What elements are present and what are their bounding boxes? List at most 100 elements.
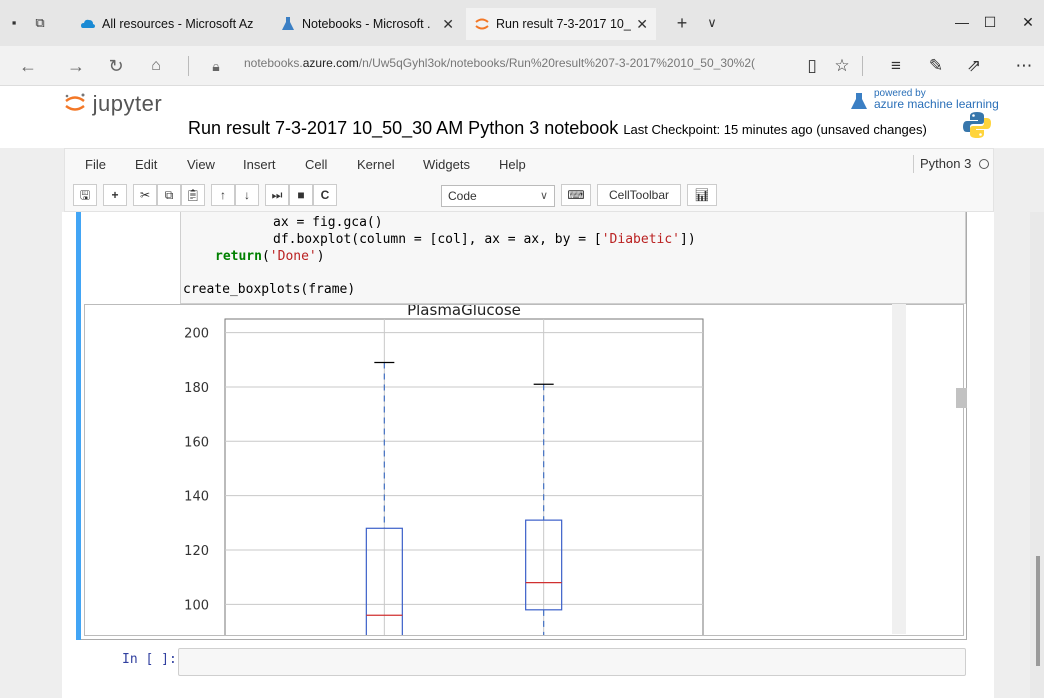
refresh-icon[interactable]: ↻ [104,54,128,78]
close-tab-icon[interactable]: ✕ [442,8,454,40]
code-text: df.boxplot(column = [col], ax = ax, by =… [273,232,602,247]
powered-by-azure-ml[interactable]: powered by azure machine learning [874,89,999,111]
kernel-indicator: Python 3 [913,155,989,173]
kernel-idle-icon [978,159,989,169]
jupyter-logo-text: jupyter [92,91,163,116]
jupyter-tab-icon [475,18,489,30]
code-string: 'Done' [269,249,317,264]
chart-title: PlasmaGlucose [407,305,521,319]
code-string: 'Diabetic' [601,232,681,247]
insert-cell-icon[interactable]: + [103,184,127,206]
notebook-page: ax = fig.gca() df.boxplot(column = [col]… [62,212,994,698]
menu-edit[interactable]: Edit [135,157,157,172]
share-icon[interactable]: ⇗ [962,54,986,78]
jupyter-logo[interactable]: jupyter [64,91,162,117]
show-tabs-icon[interactable]: ⧉ [30,13,50,33]
chevron-down-icon: ∨ [539,190,548,202]
notebook-area: ax = fig.gca() df.boxplot(column = [col]… [0,212,1044,698]
y-tick-label: 120 [184,544,209,559]
interrupt-kernel-icon[interactable]: ■ [289,184,313,206]
chart-icon[interactable]: 📊︎ [687,184,717,206]
notebook-title[interactable]: Run result 7-3-2017 10_50_30 AM Python 3… [188,118,618,138]
code-line: df.boxplot(column = [col], ax = ax, by =… [273,232,696,247]
tab-title: Notebooks - Microsoft . [302,17,431,31]
web-note-icon[interactable]: ✎ [924,54,948,78]
menu-insert[interactable]: Insert [243,157,276,172]
output-scrollbar[interactable] [892,304,906,634]
jupyter-header: jupyter powered by azure machine learnin… [0,86,1044,148]
browser-tab-bar: ▪ ⧉ All resources - Microsoft Az Noteboo… [0,0,1044,46]
code-text: ]) [680,232,696,247]
back-arrow-icon[interactable]: ← [16,54,40,78]
favorite-star-icon[interactable]: ☆ [830,54,854,78]
copy-icon[interactable]: ⧉ [157,184,181,206]
save-icon[interactable]: 🖫︎ [73,184,97,206]
move-down-icon[interactable]: ↓ [235,184,259,206]
cut-icon[interactable]: ✂ [133,184,157,206]
close-tab-icon[interactable]: ✕ [636,8,648,40]
code-line: ax = fig.gca() [273,215,383,230]
url-path: /n/Uw5qGyhl3ok/notebooks/Run%20result%20… [358,56,756,70]
python-logo-icon [963,112,991,138]
url-domain: azure.com [302,56,359,70]
notebook-title-line: Run result 7-3-2017 10_50_30 AM Python 3… [188,118,927,139]
forward-arrow-icon[interactable]: → [64,54,88,78]
menu-widgets[interactable]: Widgets [423,157,470,172]
lock-icon: 🔒︎ [212,58,220,74]
figure-panel [181,305,713,635]
code-line: create_boxplots(frame) [183,282,356,297]
y-tick-label: 160 [184,435,209,450]
boxplot-chart: PlasmaGlucose 100 120 140 160 180 200 [181,305,713,635]
more-icon[interactable]: ⋯ [1012,54,1036,78]
tab-title: Run result 7-3-2017 10_ [496,17,631,31]
divider [188,56,189,76]
tab-run-result[interactable]: Run result 7-3-2017 10_ ✕ [466,8,656,40]
code-keyword: return [215,249,262,264]
menu-file[interactable]: File [85,157,106,172]
cell-type-value: Code [448,189,477,203]
menu-help[interactable]: Help [499,157,526,172]
notebook-toolbar: 🖫︎ + ✂ ⧉ 📋︎ ↑ ↓ ⏭︎ ■ C Code ∨ ⌨︎ CellToo… [64,178,994,212]
menu-view[interactable]: View [187,157,215,172]
y-tick-label: 200 [184,327,209,342]
celltoolbar-button[interactable]: CellToolbar [597,184,681,206]
restart-kernel-icon[interactable]: C [313,184,337,206]
code-text: ) [316,249,325,264]
url-field[interactable]: notebooks.azure.com/n/Uw5qGyhl3ok/notebo… [244,56,794,70]
set-aside-tabs-icon[interactable]: ▪ [4,13,24,33]
command-palette-icon[interactable]: ⌨︎ [561,184,591,206]
tab-all-resources[interactable]: All resources - Microsoft Az [72,8,268,40]
menu-kernel[interactable]: Kernel [357,157,395,172]
tab-title: All resources - Microsoft Az [102,17,254,31]
kernel-name: Python 3 [920,156,972,171]
move-up-icon[interactable]: ↑ [211,184,235,206]
output-area[interactable]: PlasmaGlucose 100 120 140 160 180 200 [84,304,964,636]
empty-code-cell[interactable] [178,648,966,676]
azure-ml-label: azure machine learning [874,97,999,111]
cell-type-select[interactable]: Code ∨ [441,185,555,207]
menu-cell[interactable]: Cell [305,157,327,172]
home-icon[interactable]: ⌂ [144,54,168,78]
run-cell-icon[interactable]: ⏭︎ [265,184,289,206]
y-tick-label: 180 [184,381,209,396]
code-text: ( [261,249,270,264]
page-scrollbar-thumb[interactable] [1036,556,1040,666]
tab-notebooks[interactable]: Notebooks - Microsoft . ✕ [272,8,462,40]
output-scrollbar-thumb[interactable] [956,388,967,408]
flask-icon [282,17,294,30]
divider [862,56,863,76]
reading-view-icon[interactable]: ▯ [800,54,824,78]
y-tick-label: 140 [184,490,209,505]
tab-list-chevron-icon[interactable]: ∨ [702,13,722,33]
azure-ml-flask-icon [851,93,867,109]
azure-cloud-icon [81,19,95,28]
jupyter-logo-icon [65,93,85,111]
paste-icon[interactable]: 📋︎ [181,184,205,206]
close-window-icon[interactable]: ✕ [1008,10,1044,34]
code-line: return('Done') [215,249,325,264]
last-checkpoint: Last Checkpoint: 15 minutes ago (unsaved… [623,122,927,137]
new-tab-button[interactable]: + [672,13,692,33]
hub-icon[interactable]: ≡ [884,54,908,78]
maximize-icon[interactable]: ☐ [970,10,1010,34]
code-editor[interactable]: ax = fig.gca() df.boxplot(column = [col]… [180,212,966,304]
